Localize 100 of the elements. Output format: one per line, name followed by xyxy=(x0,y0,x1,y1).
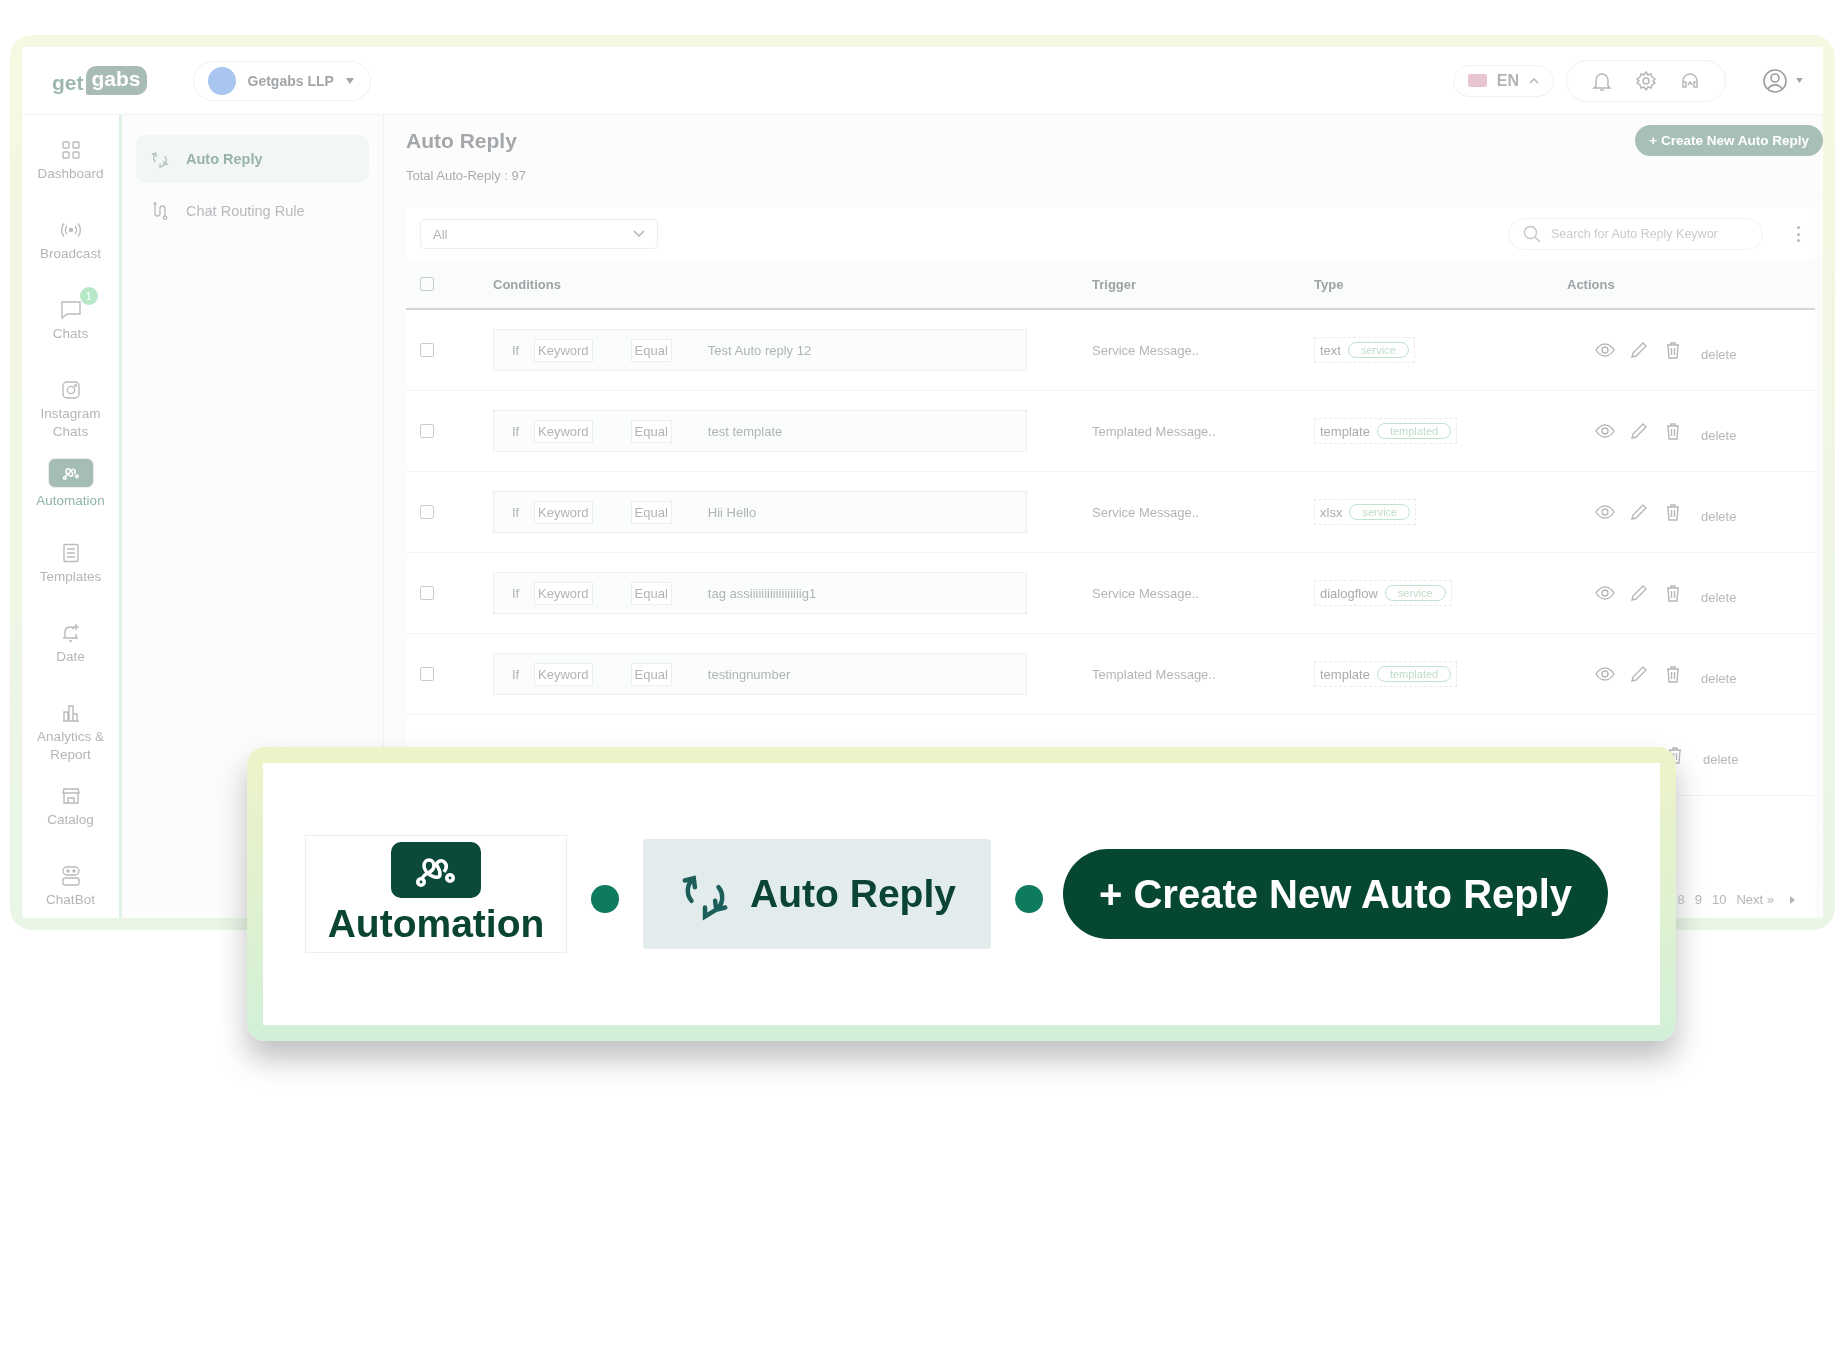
total-count: Total Auto-Reply : 97 xyxy=(406,168,527,183)
delete-link[interactable]: delete xyxy=(1701,427,1737,443)
column-header: Conditions xyxy=(493,276,562,292)
condition-operator: Equal xyxy=(630,500,672,524)
nav-item[interactable]: Date xyxy=(22,608,119,681)
eye-icon[interactable] xyxy=(1595,664,1615,684)
condition-operator: Equal xyxy=(630,338,672,362)
row-checkbox[interactable] xyxy=(420,667,434,681)
nav-item[interactable]: Analytics & Report xyxy=(22,688,119,764)
row-checkbox[interactable] xyxy=(420,424,434,438)
eye-icon[interactable] xyxy=(1595,421,1615,441)
submenu-item[interactable]: Auto Reply xyxy=(136,135,369,183)
bullet-dot xyxy=(591,885,619,913)
nav-item[interactable]: ChatBot xyxy=(22,851,119,918)
condition-operator: Equal xyxy=(630,662,672,686)
unread-badge: 1 xyxy=(79,287,98,305)
flag-icon xyxy=(1467,74,1487,87)
trigger-text: Service Message.. xyxy=(1092,585,1200,601)
nav-item[interactable]: Automation xyxy=(22,448,119,521)
condition-field: Keyword xyxy=(534,419,593,443)
automation-nav-item[interactable]: Automation xyxy=(305,835,567,953)
nav-label: Automation xyxy=(327,902,545,946)
pencil-icon[interactable] xyxy=(1629,502,1649,522)
caret-icon xyxy=(345,77,354,84)
nav-item[interactable]: Instagram Chats xyxy=(22,365,119,441)
page-link[interactable]: 9 xyxy=(1694,892,1702,908)
nav-item[interactable]: 1 Chats xyxy=(22,285,119,357)
eye-icon[interactable] xyxy=(1595,340,1615,360)
chat-icon xyxy=(59,300,82,320)
page-link[interactable]: Next » xyxy=(1736,892,1774,908)
trigger-text: Service Message.. xyxy=(1092,342,1200,358)
condition-if: If xyxy=(512,423,521,439)
condition-value: testingnumber xyxy=(707,666,791,682)
nav-item[interactable]: Catalog xyxy=(22,771,119,844)
bullet-dot xyxy=(1015,885,1043,913)
caret-icon xyxy=(1796,78,1803,83)
bar-chart-icon xyxy=(60,703,81,724)
type-text: template xyxy=(1320,423,1370,439)
type-text: xlsx xyxy=(1320,504,1343,520)
condition-if: If xyxy=(512,504,521,520)
condition-value: tag assiiiiiiiiiiiiiiiiiig1 xyxy=(707,585,817,601)
row-checkbox[interactable] xyxy=(420,505,434,519)
row-checkbox[interactable] xyxy=(420,586,434,600)
logo: get gabs xyxy=(52,66,147,95)
pencil-icon[interactable] xyxy=(1629,664,1649,684)
nav-item[interactable]: Broadcast xyxy=(22,205,119,277)
type-text: text xyxy=(1320,342,1341,358)
condition-if: If xyxy=(512,342,521,358)
create-auto-reply-button[interactable]: + Create New Auto Reply xyxy=(1063,849,1609,939)
instagram-icon xyxy=(60,380,81,400)
page-link[interactable]: 8 xyxy=(1677,892,1685,908)
filter-dropdown[interactable]: All xyxy=(420,219,658,249)
chevron-up-icon xyxy=(1529,76,1539,85)
type-text: template xyxy=(1320,666,1370,682)
search-icon xyxy=(1523,225,1541,243)
nav-item[interactable]: Dashboard xyxy=(22,125,119,197)
user-menu[interactable] xyxy=(1762,67,1803,94)
trigger-text: Templated Message.. xyxy=(1092,666,1217,682)
condition-field: Keyword xyxy=(534,662,593,686)
condition-value: test template xyxy=(707,423,783,439)
pencil-icon[interactable] xyxy=(1629,583,1649,603)
store-icon xyxy=(60,786,81,807)
row-checkbox[interactable] xyxy=(420,343,434,357)
delete-link[interactable]: delete xyxy=(1701,508,1737,524)
settings-icon[interactable] xyxy=(1635,69,1657,92)
column-header: Trigger xyxy=(1092,276,1138,292)
next-arrow-icon[interactable] xyxy=(1790,895,1795,904)
select-all-checkbox[interactable] xyxy=(420,277,434,291)
avatar-icon xyxy=(207,66,236,95)
delete-link[interactable]: delete xyxy=(1701,346,1737,362)
trigger-text: Templated Message.. xyxy=(1092,423,1217,439)
condition-value: Test Auto reply 12 xyxy=(707,342,812,358)
delete-link[interactable]: delete xyxy=(1703,751,1739,767)
grid-icon xyxy=(60,140,81,160)
pencil-icon[interactable] xyxy=(1629,421,1649,441)
page-link[interactable]: 10 xyxy=(1711,892,1727,908)
create-auto-reply-button[interactable]: + Create New Auto Reply xyxy=(1635,125,1823,156)
condition-if: If xyxy=(512,666,521,682)
submenu-item[interactable]: Chat Routing Rule xyxy=(136,187,369,235)
document-icon xyxy=(61,543,80,564)
eye-icon[interactable] xyxy=(1595,502,1615,522)
condition-field: Keyword xyxy=(534,338,593,362)
condition-field: Keyword xyxy=(534,581,593,605)
chevron-down-icon xyxy=(633,230,645,238)
condition-value: Hii Hello xyxy=(707,504,757,520)
more-icon[interactable] xyxy=(1797,226,1801,242)
condition-field: Keyword xyxy=(534,500,593,524)
delete-link[interactable]: delete xyxy=(1701,670,1737,686)
user-icon xyxy=(1762,67,1788,94)
nav-item[interactable]: Templates xyxy=(22,528,119,601)
automation-icon xyxy=(391,842,481,898)
auto-reply-menu-item[interactable]: Auto Reply xyxy=(643,839,991,949)
column-header: Type xyxy=(1314,276,1345,292)
delete-link[interactable]: delete xyxy=(1701,589,1737,605)
condition-if: If xyxy=(512,585,521,601)
trigger-text: Service Message.. xyxy=(1092,504,1200,520)
eye-icon[interactable] xyxy=(1595,583,1615,603)
type-text: dialogflow xyxy=(1320,585,1378,601)
condition-operator: Equal xyxy=(630,419,672,443)
pencil-icon[interactable] xyxy=(1629,340,1649,360)
